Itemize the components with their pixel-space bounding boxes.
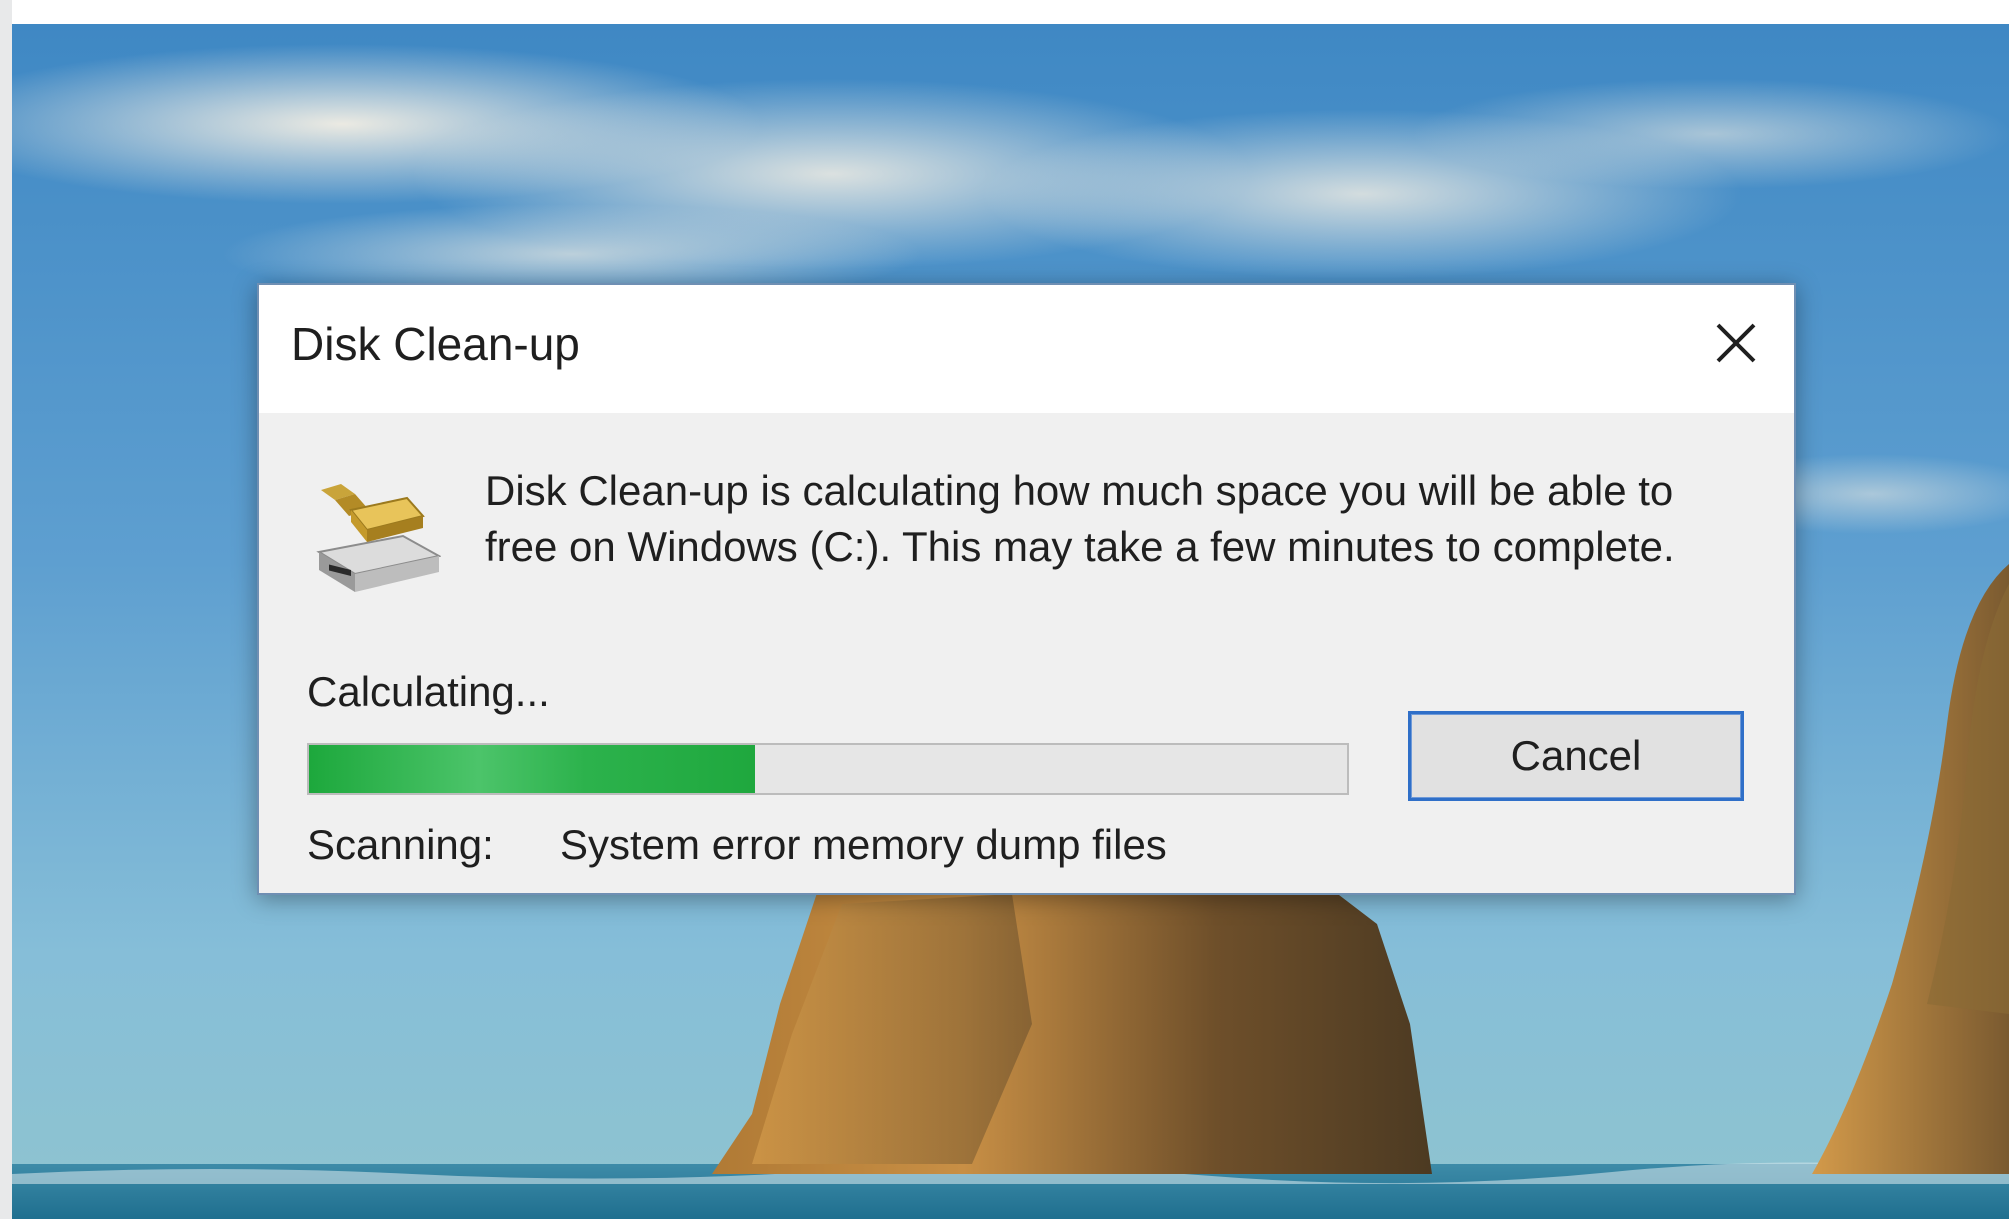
title-bar: Disk Clean-up bbox=[259, 285, 1794, 413]
progress-bar bbox=[307, 743, 1349, 795]
scanning-item: System error memory dump files bbox=[560, 821, 1167, 868]
close-icon bbox=[1716, 323, 1756, 363]
disk-cleanup-dialog: Disk Clean-up Disk Clean-up is calculati… bbox=[257, 283, 1796, 895]
dialog-title: Disk Clean-up bbox=[291, 318, 580, 370]
close-button[interactable] bbox=[1700, 307, 1772, 379]
scanning-label: Scanning: bbox=[307, 821, 494, 868]
status-message: Disk Clean-up is calculating how much sp… bbox=[485, 467, 1675, 570]
calculating-label: Calculating... bbox=[307, 668, 550, 715]
top-edge bbox=[0, 0, 2009, 24]
disk-cleanup-icon bbox=[311, 480, 442, 596]
left-edge bbox=[0, 0, 12, 1219]
cancel-button[interactable]: Cancel bbox=[1408, 711, 1744, 801]
progress-fill bbox=[309, 745, 756, 793]
